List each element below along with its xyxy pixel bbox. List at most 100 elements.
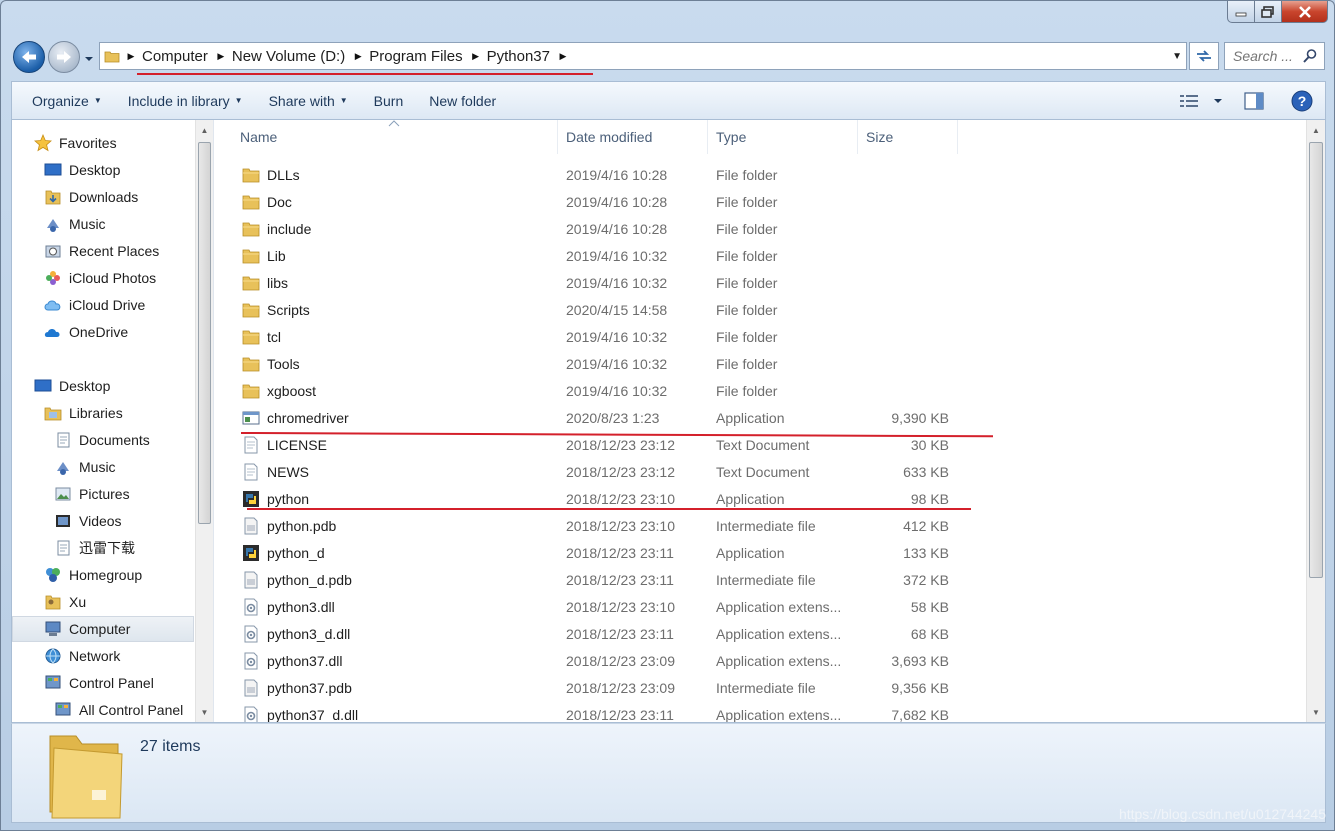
file-list-scrollbar-thumb[interactable] — [1309, 142, 1323, 578]
minimize-button[interactable] — [1227, 1, 1255, 23]
scroll-down-arrow-icon[interactable]: ▼ — [196, 704, 213, 721]
nav-favorites[interactable]: Favorites — [34, 130, 117, 156]
file-row[interactable]: python37_d.dll 2018/12/23 23:11 Applicatio… — [218, 701, 1306, 722]
scroll-up-arrow-icon[interactable]: ▲ — [196, 122, 213, 139]
file-name-cell[interactable]: python_d.pdb — [242, 566, 352, 593]
burn-button[interactable]: Burn — [364, 82, 414, 119]
title-bar[interactable] — [1, 1, 1334, 31]
file-name-cell[interactable]: include — [242, 215, 311, 242]
breadcrumb-python37[interactable]: Python37 ▶ — [483, 43, 570, 69]
file-row[interactable]: python3.dll 2018/12/23 23:10 Application e… — [218, 593, 1306, 620]
nav-videos[interactable]: Videos — [54, 508, 122, 534]
file-name-cell[interactable]: Doc — [242, 188, 292, 215]
close-button[interactable] — [1282, 1, 1328, 23]
nav-all-control-panel[interactable]: All Control Panel — [54, 697, 183, 722]
file-name-cell[interactable]: LICENSE — [242, 431, 327, 458]
nav-music[interactable]: Music — [54, 454, 116, 480]
file-name-cell[interactable]: xgboost — [242, 377, 316, 404]
search-input[interactable] — [1225, 48, 1301, 64]
file-name-cell[interactable]: python37.dll — [242, 647, 343, 674]
nav-recent-places[interactable]: Recent Places — [44, 238, 159, 264]
nav-desktop-favorite[interactable]: Desktop — [44, 157, 120, 183]
file-row[interactable]: libs 2019/4/16 10:32 File folder — [218, 269, 1306, 296]
help-button[interactable]: ? — [1279, 82, 1325, 119]
scroll-down-arrow-icon[interactable]: ▼ — [1307, 704, 1325, 721]
preview-pane-button[interactable] — [1229, 82, 1279, 119]
search-box[interactable] — [1224, 42, 1325, 70]
file-name-cell[interactable]: python37_d.dll — [242, 701, 358, 722]
scroll-up-arrow-icon[interactable]: ▲ — [1307, 122, 1325, 139]
chevron-right-icon[interactable]: ▶ — [351, 51, 365, 62]
file-name-cell[interactable]: python_d — [242, 539, 325, 566]
search-icon[interactable] — [1302, 48, 1318, 64]
organize-menu[interactable]: Organize ▼ — [22, 82, 112, 119]
file-list-scrollbar[interactable]: ▲ ▼ — [1306, 120, 1325, 722]
file-row[interactable]: Lib 2019/4/16 10:32 File folder — [218, 242, 1306, 269]
include-in-library-menu[interactable]: Include in library ▼ — [118, 82, 253, 119]
nav-libraries[interactable]: Libraries — [44, 400, 123, 426]
navigation-scrollbar[interactable]: ▲ ▼ — [195, 120, 213, 722]
file-row[interactable]: Tools 2019/4/16 10:32 File folder — [218, 350, 1306, 377]
column-header-type[interactable]: Type — [708, 120, 858, 154]
file-name-cell[interactable]: chromedriver — [242, 404, 349, 431]
file-row[interactable]: xgboost 2019/4/16 10:32 File folder — [218, 377, 1306, 404]
file-name-cell[interactable]: python37.pdb — [242, 674, 352, 701]
file-row[interactable]: python.pdb 2018/12/23 23:10 Intermediate f… — [218, 512, 1306, 539]
file-row[interactable]: tcl 2019/4/16 10:32 File folder — [218, 323, 1306, 350]
file-name-cell[interactable]: python3_d.dll — [242, 620, 350, 647]
nav-documents[interactable]: Documents — [54, 427, 150, 453]
file-row[interactable]: Doc 2019/4/16 10:28 File folder — [218, 188, 1306, 215]
chevron-right-icon[interactable]: ▶ — [214, 51, 228, 62]
maximize-button[interactable] — [1255, 1, 1282, 23]
nav-control-panel[interactable]: Control Panel — [44, 670, 154, 696]
address-bar[interactable]: ▶ Computer ▶ New Volume (D:) ▶ Program F… — [99, 42, 1187, 70]
view-options-dropdown[interactable] — [1207, 82, 1229, 119]
nav-user-xu[interactable]: Xu — [44, 589, 86, 615]
breadcrumb-new-volume[interactable]: New Volume (D:) ▶ — [228, 43, 365, 69]
breadcrumb-separator[interactable]: ▶ — [124, 43, 138, 69]
breadcrumb-program-files[interactable]: Program Files ▶ — [365, 43, 482, 69]
nav-onedrive[interactable]: OneDrive — [44, 319, 128, 345]
refresh-button[interactable] — [1189, 42, 1219, 70]
recent-pages-dropdown[interactable] — [84, 51, 94, 61]
nav-homegroup[interactable]: Homegroup — [44, 562, 142, 588]
file-name-cell[interactable]: NEWS — [242, 458, 309, 485]
breadcrumb-computer[interactable]: Computer ▶ — [138, 43, 228, 69]
file-row[interactable]: DLLs 2019/4/16 10:28 File folder — [218, 161, 1306, 188]
file-row[interactable]: chromedriver 2020/8/23 1:23 Application 9,3… — [218, 404, 1306, 431]
nav-icloud-photos[interactable]: iCloud Photos — [44, 265, 156, 291]
file-row[interactable]: include 2019/4/16 10:28 File folder — [218, 215, 1306, 242]
file-name-cell[interactable]: Tools — [242, 350, 300, 377]
address-history-dropdown[interactable]: ▼ — [1172, 51, 1182, 62]
column-header-size[interactable]: Size — [858, 120, 958, 154]
file-row[interactable]: python_d.pdb 2018/12/23 23:11 Intermediate… — [218, 566, 1306, 593]
file-row[interactable]: python_d 2018/12/23 23:11 Application 133 K… — [218, 539, 1306, 566]
chevron-right-icon[interactable]: ▶ — [556, 51, 570, 62]
new-folder-button[interactable]: New folder — [419, 82, 506, 119]
file-name-cell[interactable]: tcl — [242, 323, 281, 350]
nav-pictures[interactable]: Pictures — [54, 481, 130, 507]
file-row[interactable]: python3_d.dll 2018/12/23 23:11 Application… — [218, 620, 1306, 647]
navigation-scrollbar-thumb[interactable] — [198, 142, 211, 524]
nav-network[interactable]: Network — [44, 643, 120, 669]
file-name-cell[interactable]: python3.dll — [242, 593, 335, 620]
share-with-menu[interactable]: Share with ▼ — [259, 82, 358, 119]
file-name-cell[interactable]: DLLs — [242, 161, 300, 188]
file-name-cell[interactable]: Lib — [242, 242, 286, 269]
file-row[interactable]: python37.pdb 2018/12/23 23:09 Intermediate… — [218, 674, 1306, 701]
file-row[interactable]: Scripts 2020/4/15 14:58 File folder — [218, 296, 1306, 323]
back-button[interactable] — [13, 41, 45, 73]
nav-music-favorite[interactable]: Music — [44, 211, 106, 237]
file-name-cell[interactable]: libs — [242, 269, 288, 296]
forward-button[interactable] — [48, 41, 80, 73]
change-view-button[interactable] — [1171, 82, 1207, 119]
chevron-right-icon[interactable]: ▶ — [469, 51, 483, 62]
nav-icloud-drive[interactable]: iCloud Drive — [44, 292, 145, 318]
file-name-cell[interactable]: Scripts — [242, 296, 310, 323]
nav-downloads[interactable]: Downloads — [44, 184, 138, 210]
nav-computer[interactable]: Computer — [12, 616, 194, 642]
file-name-cell[interactable]: python.pdb — [242, 512, 336, 539]
file-row[interactable]: NEWS 2018/12/23 23:12 Text Document 633 KB — [218, 458, 1306, 485]
nav-thunder-downloads[interactable]: 迅雷下载 — [54, 535, 135, 561]
nav-desktop[interactable]: Desktop — [34, 373, 110, 399]
